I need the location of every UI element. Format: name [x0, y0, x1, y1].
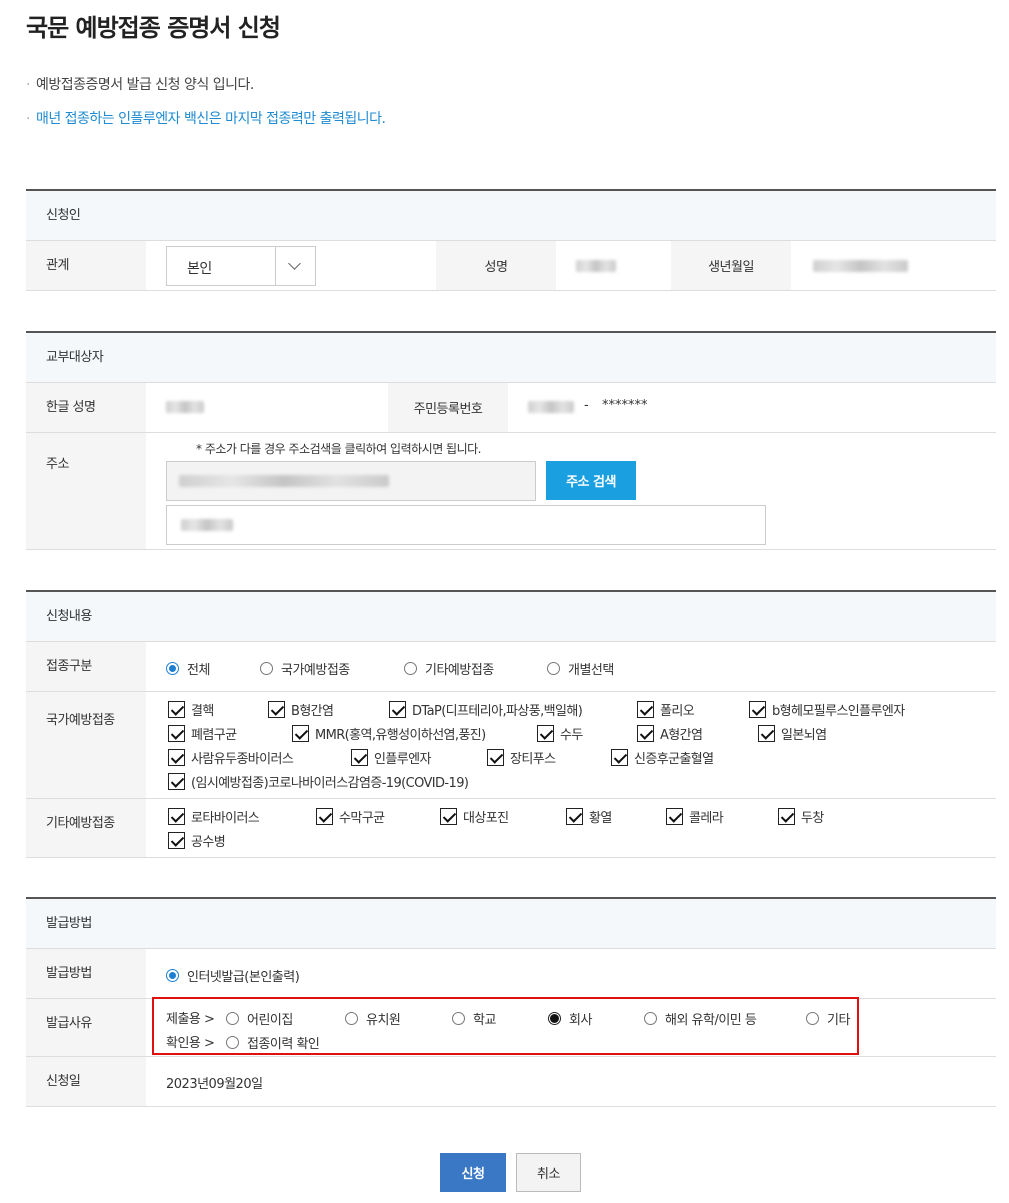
issue-method-label: 발급방법 [26, 949, 146, 998]
applicant-header: 신청인 [26, 191, 996, 241]
recipient-section: 교부대상자 한글 성명 주민등록번호 - ******* 주소 * 주소가 다를… [26, 331, 996, 550]
checkbox-national-10[interactable]: 사람유두종바이러스 [168, 748, 294, 767]
other-vaccine-label: 기타예방접종 [26, 799, 146, 857]
address-detail-field[interactable] [166, 505, 766, 545]
request-header: 신청내용 [26, 592, 996, 642]
influenza-notice: 매년 접종하는 인플루엔자 백신은 마지막 접종력만 출력됩니다. [26, 108, 386, 128]
national-vaccine-label: 국가예방접종 [26, 692, 146, 798]
recipient-name-row: 한글 성명 주민등록번호 - ******* [26, 383, 996, 433]
relation-label: 관계 [26, 241, 146, 290]
checkbox-national-13[interactable]: 신증후군출혈열 [611, 748, 714, 767]
issue-method-radio-internet[interactable]: 인터넷발급(본인출력) [166, 966, 300, 985]
name-label: 성명 [436, 241, 556, 290]
checkbox-national-7[interactable]: 수두 [537, 724, 583, 743]
checkbox-national-1[interactable]: B형간염 [268, 700, 334, 719]
vaccine-type-row: 접종구분 전체 국가예방접종 기타예방접종 개별선택 [26, 642, 996, 692]
checkbox-national-14[interactable]: (임시예방접종)코로나바이러스감염증-19(COVID-19) [168, 772, 469, 791]
recipient-name-blurred [166, 401, 204, 413]
rrn-front-blurred [528, 401, 574, 413]
checkbox-national-11[interactable]: 인플루엔자 [351, 748, 431, 767]
checkbox-national-4[interactable]: b형헤모필루스인플루엔자 [749, 700, 905, 719]
page-title: 국문 예방접종 증명서 신청 [26, 14, 281, 42]
request-date-value: 2023년09월20일 [166, 1077, 263, 1092]
request-date-row: 신청일 2023년09월20일 [26, 1057, 996, 1107]
type-radio-other[interactable]: 기타예방접종 [404, 659, 494, 678]
national-vaccine-row: 국가예방접종 결핵 B형간염 DTaP(디프테리아,파상풍,백일해) 폴리오 b… [26, 692, 996, 799]
checkbox-national-6[interactable]: MMR(홍역,유행성이하선염,풍진) [292, 724, 486, 743]
cancel-button[interactable]: 취소 [516, 1153, 581, 1192]
rrn-masked: ******* [602, 398, 648, 413]
applicant-row: 관계 본인 성명 생년월일 [26, 241, 996, 291]
type-radio-individual[interactable]: 개별선택 [547, 659, 614, 678]
address-label: 주소 [26, 433, 146, 549]
birth-date-blurred [813, 260, 908, 272]
chevron-down-icon[interactable] [275, 247, 315, 285]
checkbox-other-2[interactable]: 대상포진 [440, 807, 509, 826]
highlight-box [152, 997, 859, 1055]
checkbox-other-5[interactable]: 두창 [778, 807, 824, 826]
type-radio-all[interactable]: 전체 [166, 659, 210, 678]
applicant-section: 신청인 관계 본인 성명 생년월일 [26, 189, 996, 291]
checkbox-national-12[interactable]: 장티푸스 [487, 748, 556, 767]
checkbox-national-9[interactable]: 일본뇌염 [758, 724, 827, 743]
checkbox-other-0[interactable]: 로타바이러스 [168, 807, 260, 826]
korean-name-label: 한글 성명 [26, 383, 146, 432]
type-radio-national[interactable]: 국가예방접종 [260, 659, 350, 678]
checkbox-national-8[interactable]: A형간염 [637, 724, 703, 743]
birth-label: 생년월일 [671, 241, 791, 290]
checkbox-other-1[interactable]: 수막구균 [316, 807, 385, 826]
checkbox-national-2[interactable]: DTaP(디프테리아,파상풍,백일해) [389, 700, 583, 719]
issue-reason-label: 발급사유 [26, 999, 146, 1056]
address-note: * 주소가 다를 경우 주소검색을 클릭하여 입력하시면 됩니다. [196, 442, 481, 456]
request-section: 신청내용 접종구분 전체 국가예방접종 기타예방접종 개별선택 국가예방접종 결… [26, 590, 996, 858]
issue-header: 발급방법 [26, 899, 996, 949]
checkbox-national-5[interactable]: 폐렴구균 [168, 724, 237, 743]
notice-text: 예방접종증명서 발급 신청 양식 입니다. [26, 74, 254, 94]
address-search-button[interactable]: 주소 검색 [546, 461, 636, 500]
relation-value: 본인 [187, 261, 212, 277]
issue-method-row: 발급방법 인터넷발급(본인출력) [26, 949, 996, 999]
other-vaccine-row: 기타예방접종 로타바이러스 수막구균 대상포진 황열 콜레라 두창 공수병 [26, 799, 996, 858]
recipient-header: 교부대상자 [26, 333, 996, 383]
address-row: 주소 * 주소가 다를 경우 주소검색을 클릭하여 입력하시면 됩니다. 주소 … [26, 433, 996, 550]
checkbox-national-0[interactable]: 결핵 [168, 700, 214, 719]
request-date-label: 신청일 [26, 1057, 146, 1106]
checkbox-national-3[interactable]: 폴리오 [637, 700, 695, 719]
vaccine-type-label: 접종구분 [26, 642, 146, 691]
applicant-name-blurred [576, 260, 616, 272]
address-main-field[interactable] [166, 461, 536, 501]
checkbox-other-4[interactable]: 콜레라 [666, 807, 724, 826]
checkbox-other-3[interactable]: 황열 [566, 807, 612, 826]
submit-button[interactable]: 신청 [440, 1153, 506, 1192]
rrn-label: 주민등록번호 [388, 383, 508, 432]
checkbox-other-6[interactable]: 공수병 [168, 831, 226, 850]
rrn-dash: - [584, 398, 589, 413]
relation-select[interactable]: 본인 [166, 246, 316, 286]
